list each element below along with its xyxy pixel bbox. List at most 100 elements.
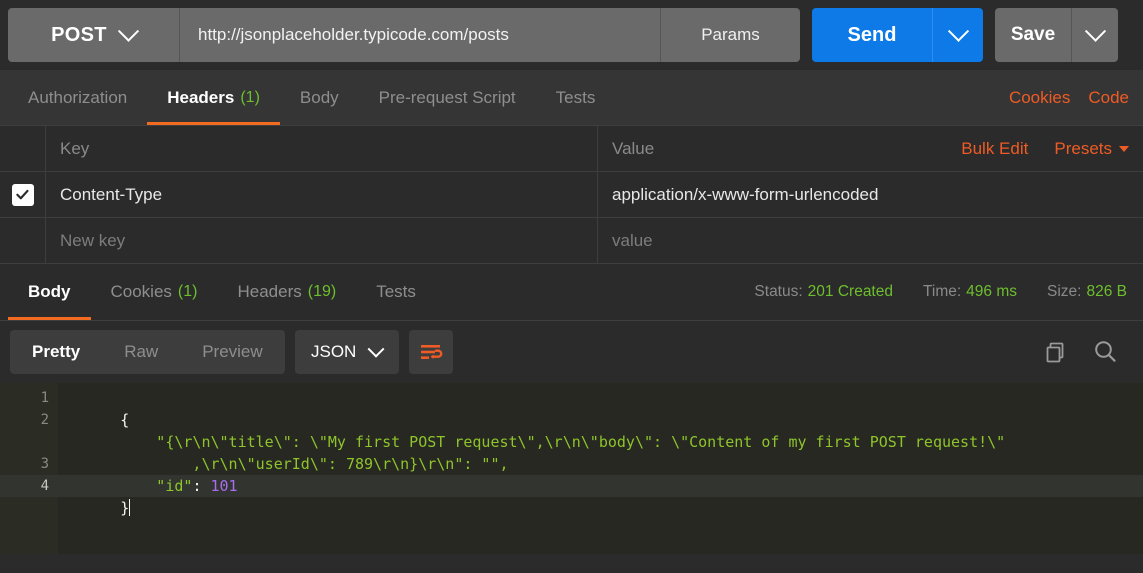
url-input[interactable]: http://jsonplaceholder.typicode.com/post… [180,8,660,62]
view-mode-label: Preview [202,342,263,361]
code-token: "{\r\n\"title\": \"My first POST request… [120,433,1006,451]
editor-code[interactable]: { "{\r\n\"title\": \"My first POST reque… [58,383,1143,554]
presets-dropdown[interactable]: Presets [1054,139,1129,159]
line-number: 2 [40,412,49,428]
new-key-placeholder: New key [60,230,126,250]
line-number: 1 [40,390,49,406]
tab-authorization[interactable]: Authorization [8,70,147,125]
search-button[interactable] [1091,338,1119,366]
code-line: "{\r\n\"title\": \"My first POST request… [58,409,1143,451]
tab-label: Cookies [110,282,172,301]
save-group: Save [995,8,1118,62]
copy-icon [1046,342,1064,363]
tab-label: Headers [237,282,302,301]
size-label: Size: [1047,283,1082,300]
response-meta: Status: 201 Created Time: 496 ms Size: 826 … [754,264,1143,320]
send-options-button[interactable] [932,8,983,62]
status-label: Status: [754,283,803,300]
tab-body[interactable]: Body [280,70,359,125]
response-format-label: JSON [311,342,357,361]
view-mode-label: Pretty [32,342,81,361]
header-key-value: Content-Type [60,184,163,204]
response-format-select[interactable]: JSON [294,330,399,374]
response-toolbar: Pretty Raw Preview JSON [0,321,1143,383]
code-token: } [120,499,130,517]
table-row-new: New key value [0,218,1143,264]
status-badge: Status: 201 Created [754,283,893,301]
view-mode-label: Raw [124,342,159,361]
size-badge: Size: 826 B [1047,283,1127,301]
word-wrap-toggle[interactable] [408,330,453,374]
save-options-button[interactable] [1071,8,1118,62]
save-button[interactable]: Save [995,8,1071,62]
column-header-value-label: Value [612,138,655,158]
code-token: ,\r\n\"userId\": 789\r\n}\r\n": "", [120,455,509,473]
response-body-editor[interactable]: 1 2 3 4 { "{\r\n\"title\": \"My first PO… [0,383,1143,554]
http-method-label: POST [51,23,107,46]
header-key-input[interactable]: Content-Type [46,172,598,217]
time-value: 496 ms [966,283,1018,300]
tab-pre-request-script[interactable]: Pre-request Script [359,70,536,125]
view-mode-preview[interactable]: Preview [180,330,284,374]
column-header-key: Key [46,126,598,171]
tab-label: Tests [555,87,596,107]
response-tool-actions [1043,338,1133,366]
tab-label: Body [28,282,71,301]
size-value: 826 B [1086,283,1127,300]
tab-headers[interactable]: Headers (1) [147,70,280,125]
code-link[interactable]: Code [1088,88,1129,108]
chevron-down-icon [367,340,385,358]
view-mode-group: Pretty Raw Preview [10,330,285,374]
headers-table: Key Value Bulk Edit Presets Content-Type… [0,125,1143,264]
header-checkbox-column [0,126,46,171]
header-value-value: application/x-www-form-urlencoded [612,184,879,204]
params-button[interactable]: Params [660,8,800,62]
view-mode-raw[interactable]: Raw [102,330,180,374]
search-icon [1095,341,1116,362]
code-token: "id" [120,477,193,495]
tab-label: Headers [167,87,235,107]
send-group: Send [812,8,983,62]
word-wrap-icon [420,345,442,359]
response-tab-headers[interactable]: Headers (19) [217,264,356,320]
table-row: Content-Type application/x-www-form-urle… [0,172,1143,218]
caret-down-icon [1119,146,1129,153]
code-line: { [58,387,1143,429]
request-tabs: Authorization Headers (1) Body Pre-reque… [0,70,1143,125]
header-value-input[interactable]: application/x-www-form-urlencoded [598,172,1143,217]
response-tab-body[interactable]: Body [8,264,91,320]
params-label: Params [701,25,760,44]
http-method-select[interactable]: POST [8,8,180,62]
cookies-link[interactable]: Cookies [1009,88,1070,108]
view-mode-pretty[interactable]: Pretty [10,330,102,374]
chevron-down-icon [117,20,139,42]
tab-label: Body [299,87,339,107]
bulk-edit-button[interactable]: Bulk Edit [961,139,1028,159]
headers-table-header-row: Key Value Bulk Edit Presets [0,126,1143,172]
line-number: 3 [40,456,49,472]
tab-count: (19) [307,283,337,300]
chevron-down-icon [947,20,969,42]
row-checkbox-cell [0,172,46,217]
code-token: : [192,477,211,495]
copy-button[interactable] [1043,339,1069,365]
tab-count: (1) [177,283,198,300]
tab-label: Tests [376,282,416,301]
new-value-placeholder: value [612,230,653,250]
presets-label: Presets [1054,138,1112,158]
tab-label: Pre-request Script [378,87,516,107]
line-number-wrap-spacer [0,431,58,453]
new-header-value-input[interactable]: value [598,218,1143,263]
response-tab-cookies[interactable]: Cookies (1) [91,264,218,320]
row-enabled-checkbox[interactable] [11,183,34,206]
tab-tests[interactable]: Tests [536,70,616,125]
response-tab-tests[interactable]: Tests [356,264,436,320]
tab-count: (1) [240,88,260,106]
column-header-value: Value Bulk Edit Presets [598,126,1143,171]
response-tabs: Body Cookies (1) Headers (19) Tests Stat… [0,264,1143,321]
time-label: Time: [922,283,962,300]
code-token: 101 [210,477,238,495]
send-button[interactable]: Send [812,8,932,62]
text-cursor [129,499,131,516]
new-header-key-input[interactable]: New key [46,218,598,263]
